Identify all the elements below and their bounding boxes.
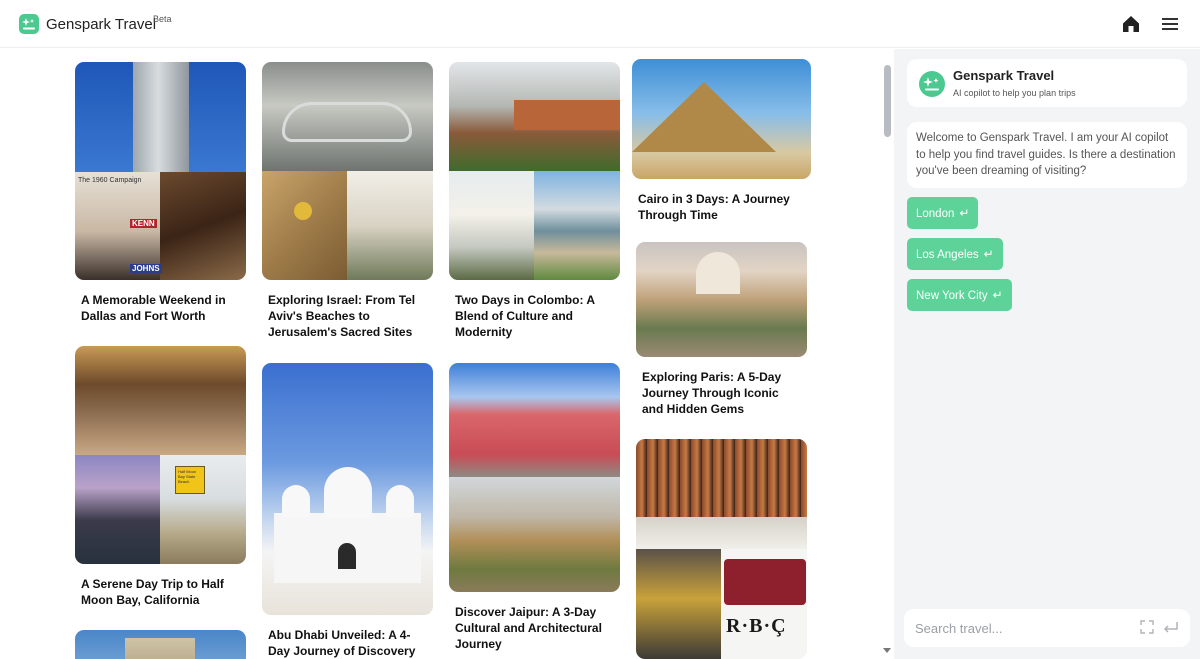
guide-collage-image: R·B·Ç <box>636 439 807 659</box>
scroll-down-arrow-icon[interactable] <box>883 648 891 653</box>
suggestion-chip-london[interactable]: London ↵ <box>907 197 979 229</box>
copilot-header-card: Genspark Travel AI copilot to help you p… <box>907 59 1187 107</box>
feed-scrollbar-thumb[interactable] <box>884 65 891 137</box>
suggestion-label: New York City <box>916 290 988 302</box>
guide-card-jaipur[interactable]: Discover Jaipur: A 3-Day Cultural and Ar… <box>449 363 620 652</box>
top-header: Genspark Travel Beta <box>0 0 1200 48</box>
search-travel-box <box>904 609 1190 647</box>
hamburger-menu-icon[interactable] <box>1160 14 1180 34</box>
copilot-title: Genspark Travel <box>953 68 1055 83</box>
guide-title: A Serene Day Trip to Half Moon Bay, Cali… <box>81 577 224 607</box>
expand-icon[interactable] <box>1140 620 1154 634</box>
return-icon: ↵ <box>959 206 970 220</box>
guide-card-israel[interactable]: Exploring Israel: From Tel Aviv's Beache… <box>262 62 433 340</box>
copilot-chat-panel: Genspark Travel AI copilot to help you p… <box>894 49 1200 659</box>
suggestion-chip-los-angeles[interactable]: Los Angeles ↵ <box>907 238 1003 270</box>
guide-collage-image <box>262 363 433 615</box>
guide-card-cairo[interactable]: Cairo in 3 Days: A Journey Through Time <box>632 59 811 223</box>
sparkle-logo-icon[interactable] <box>19 14 39 34</box>
guide-title: Cairo in 3 Days: A Journey Through Time <box>638 192 790 222</box>
guide-title: Discover Jaipur: A 3-Day Cultural and Ar… <box>455 605 602 651</box>
search-travel-input[interactable] <box>904 609 1134 647</box>
photo-text: Half Moon Bay State Beach <box>175 466 205 494</box>
brand-name[interactable]: Genspark Travel <box>46 16 156 33</box>
guide-card-half-moon-bay[interactable]: Half Moon Bay State Beach A Serene Day T… <box>75 346 246 608</box>
guide-collage-image <box>632 59 811 179</box>
beta-badge: Beta <box>153 14 172 24</box>
guide-card-dallas[interactable]: The 1960 Campaign KENN JOHNS A Memorable… <box>75 62 246 324</box>
guide-collage-image <box>449 62 620 280</box>
guide-title: A Memorable Weekend in Dallas and Fort W… <box>81 293 226 323</box>
travel-guide-feed: The 1960 Campaign KENN JOHNS A Memorable… <box>0 49 880 659</box>
guide-card-abu-dhabi[interactable]: Abu Dhabi Unveiled: A 4-Day Journey of D… <box>262 363 433 659</box>
guide-collage-image <box>75 630 246 659</box>
suggestion-label: London <box>916 208 955 220</box>
welcome-message: Welcome to Genspark Travel. I am your AI… <box>907 122 1187 188</box>
copilot-subtitle: AI copilot to help you plan trips <box>953 88 1076 98</box>
guide-title: Abu Dhabi Unveiled: A 4-Day Journey of D… <box>268 628 416 658</box>
return-icon: ↵ <box>992 288 1003 302</box>
suggestion-chip-new-york-city[interactable]: New York City ↵ <box>907 279 1012 311</box>
guide-collage-image: Half Moon Bay State Beach <box>75 346 246 564</box>
sparkle-avatar-icon <box>919 71 945 97</box>
guide-card-porto[interactable]: R·B·Ç <box>636 439 807 659</box>
guide-title: Two Days in Colombo: A Blend of Culture … <box>455 293 595 339</box>
photo-text: The 1960 Campaign <box>78 177 142 184</box>
guide-title: Exploring Paris: A 5-Day Journey Through… <box>642 370 782 416</box>
guide-collage-image <box>636 242 807 357</box>
return-icon: ↵ <box>983 247 994 261</box>
guide-title: Exploring Israel: From Tel Aviv's Beache… <box>268 293 416 339</box>
guide-card-paris[interactable]: Exploring Paris: A 5-Day Journey Through… <box>636 242 807 417</box>
photo-text: KENN <box>130 219 157 228</box>
guide-collage-image <box>262 62 433 280</box>
home-icon[interactable] <box>1121 14 1141 34</box>
guide-card-partial[interactable] <box>75 630 246 659</box>
guide-card-colombo[interactable]: Two Days in Colombo: A Blend of Culture … <box>449 62 620 340</box>
photo-text: JOHNS <box>130 264 162 273</box>
photo-text: R·B·Ç <box>726 615 787 637</box>
guide-collage-image: The 1960 Campaign KENN JOHNS <box>75 62 246 280</box>
feed-scrollbar[interactable] <box>880 49 894 659</box>
send-return-icon[interactable] <box>1162 619 1180 637</box>
suggestion-label: Los Angeles <box>916 249 979 261</box>
guide-collage-image <box>449 363 620 592</box>
